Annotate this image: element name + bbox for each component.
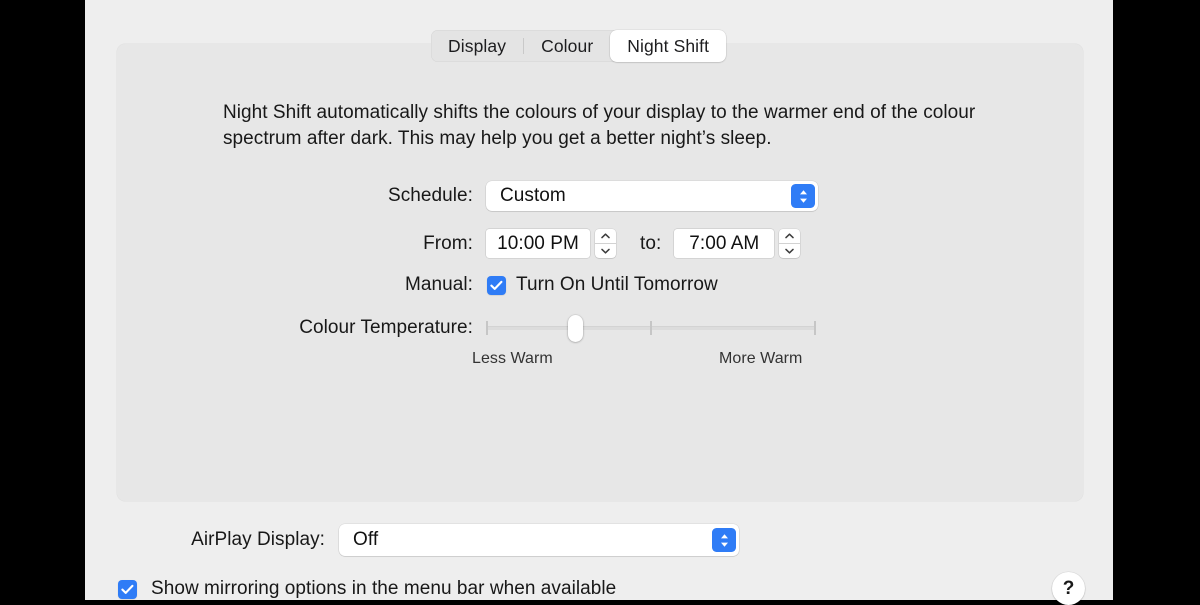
tab-bar: Display Colour Night Shift xyxy=(431,30,727,62)
slider-min-label: Less Warm xyxy=(472,350,553,367)
to-time-stepper[interactable] xyxy=(779,229,801,258)
tab-night-shift-label: Night Shift xyxy=(627,35,710,56)
question-mark-icon: ? xyxy=(1062,577,1075,599)
display-preferences-window: Display Colour Night Shift Night Shift a… xyxy=(85,0,1113,605)
tab-display[interactable]: Display xyxy=(431,30,523,62)
schedule-row: Schedule: Custom xyxy=(363,181,818,211)
schedule-popup-button[interactable]: Custom xyxy=(486,181,818,211)
chevron-up-down-icon xyxy=(791,184,815,208)
slider-tick xyxy=(814,321,816,335)
chevron-up-icon[interactable] xyxy=(595,229,616,244)
slider-thumb[interactable] xyxy=(567,315,583,342)
colour-temperature-row: Colour Temperature: xyxy=(245,313,816,343)
manual-label: Manual: xyxy=(405,274,473,295)
manual-checkbox[interactable]: Turn On Until Tomorrow xyxy=(487,274,718,296)
night-shift-description: Night Shift automatically shifts the col… xyxy=(223,102,976,149)
chevron-up-down-icon xyxy=(712,528,736,552)
show-mirroring-options-checkbox[interactable]: Show mirroring options in the menu bar w… xyxy=(118,578,616,600)
screen: Display Colour Night Shift Night Shift a… xyxy=(0,0,1200,605)
tab-colour[interactable]: Colour xyxy=(524,30,610,62)
letterbox-right xyxy=(1113,0,1200,600)
chevron-up-icon[interactable] xyxy=(779,229,801,244)
tab-colour-label: Colour xyxy=(541,35,594,56)
airplay-display-value: Off xyxy=(353,529,379,550)
from-time-field[interactable]: 10:00 PM xyxy=(486,229,590,258)
tab-display-label: Display xyxy=(448,35,507,56)
schedule-label: Schedule: xyxy=(388,185,473,206)
show-mirroring-options-label: Show mirroring options in the menu bar w… xyxy=(151,578,617,599)
to-time-value: 7:00 AM xyxy=(689,232,760,254)
letterbox-left xyxy=(0,0,85,600)
slider-tick xyxy=(486,321,488,335)
to-label: to: xyxy=(640,232,662,254)
airplay-display-popup-button[interactable]: Off xyxy=(339,524,739,556)
chevron-down-icon[interactable] xyxy=(779,244,800,258)
chevron-down-icon[interactable] xyxy=(595,244,616,258)
manual-row: Manual: Turn On Until Tomorrow xyxy=(363,274,718,296)
schedule-value: Custom xyxy=(500,185,566,206)
airplay-display-row: AirPlay Display: Off xyxy=(125,524,739,556)
to-time-field[interactable]: 7:00 AM xyxy=(674,229,775,258)
schedule-time-row: From: 10:00 PM to: 7:00 AM xyxy=(363,229,801,258)
slider-tick xyxy=(650,321,652,335)
from-label: From: xyxy=(423,232,473,254)
tab-night-shift[interactable]: Night Shift xyxy=(610,30,727,62)
from-time-value: 10:00 PM xyxy=(497,232,579,254)
help-button[interactable]: ? xyxy=(1052,572,1085,605)
colour-temperature-label: Colour Temperature: xyxy=(299,317,473,338)
checkmark-icon xyxy=(118,579,137,599)
from-time-stepper[interactable] xyxy=(595,229,616,258)
slider-max-label: More Warm xyxy=(719,350,803,367)
airplay-display-label: AirPlay Display: xyxy=(191,529,325,550)
manual-checkbox-label: Turn On Until Tomorrow xyxy=(516,274,718,295)
colour-temperature-slider[interactable] xyxy=(486,313,816,343)
checkmark-icon xyxy=(487,275,506,295)
